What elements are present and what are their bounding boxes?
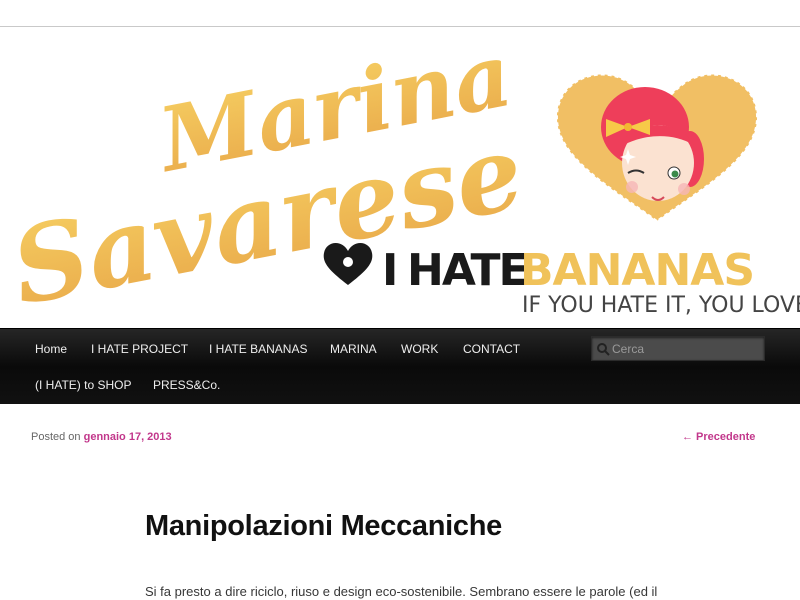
heart-portrait-icon bbox=[555, 73, 759, 223]
nav-i-hate-bananas[interactable]: I HATE BANANAS bbox=[196, 331, 320, 367]
posted-on-label: Posted on bbox=[31, 431, 81, 443]
main-navigation: Home I HATE PROJECT I HATE BANANAS MARIN… bbox=[0, 328, 800, 404]
logo-tagline: IF YOU HATE IT, YOU LOVE IT bbox=[522, 293, 800, 318]
nav-press[interactable]: PRESS&Co. bbox=[140, 367, 233, 403]
nav-work[interactable]: WORK bbox=[388, 331, 451, 367]
post-title: Manipolazioni Meccaniche bbox=[145, 510, 502, 542]
post-meta: Posted on gennaio 17, 2013 bbox=[31, 431, 172, 443]
page: Marina Savarese I HATE BANANAS IF YOU HA… bbox=[0, 0, 800, 600]
nav-i-hate-project[interactable]: I HATE PROJECT bbox=[78, 331, 201, 367]
header-banner[interactable]: Marina Savarese I HATE BANANAS IF YOU HA… bbox=[0, 27, 800, 328]
nav-contact[interactable]: CONTACT bbox=[450, 331, 533, 367]
nav-shop[interactable]: (I HATE) to SHOP bbox=[22, 367, 144, 403]
search-icon bbox=[597, 343, 610, 356]
logo-i: I bbox=[382, 245, 398, 296]
search-box[interactable] bbox=[591, 336, 765, 361]
logo-bananas: BANANAS bbox=[520, 245, 754, 296]
post-body: Si fa presto a dire riciclo, riuso e des… bbox=[145, 584, 658, 599]
nav-home[interactable]: Home bbox=[22, 331, 80, 367]
i-hate-bananas-logo: I HATE BANANAS IF YOU HATE IT, YOU LOVE … bbox=[323, 242, 800, 318]
previous-post-link[interactable]: ← Precedente bbox=[682, 431, 755, 443]
brand-logo: Marina Savarese I HATE BANANAS IF YOU HA… bbox=[2, 27, 800, 328]
post-date-link[interactable]: gennaio 17, 2013 bbox=[84, 431, 172, 443]
logo-hate: HATE bbox=[407, 245, 527, 296]
nav-marina[interactable]: MARINA bbox=[317, 331, 390, 367]
search-input[interactable] bbox=[612, 337, 762, 360]
